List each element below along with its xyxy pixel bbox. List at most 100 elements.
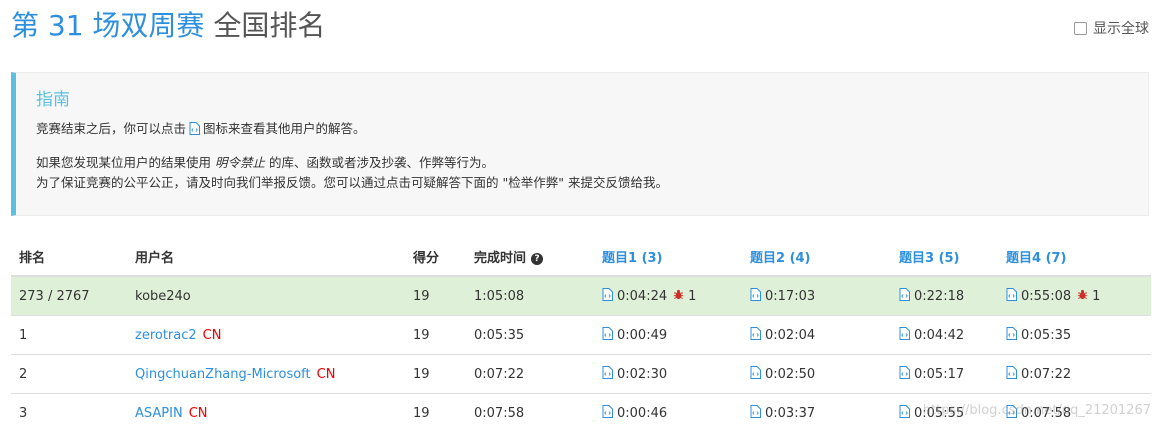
score-cell: 19 bbox=[405, 276, 466, 316]
code-file-icon[interactable] bbox=[602, 405, 613, 422]
rank-cell: 273 / 2767 bbox=[11, 276, 127, 316]
user-cell: ASAPIN CN bbox=[127, 394, 405, 432]
question-cell-q1: 0:00:49 bbox=[594, 316, 742, 355]
code-file-icon[interactable] bbox=[899, 405, 910, 422]
question-circle-icon[interactable]: ? bbox=[531, 253, 543, 265]
submission-time: 0:05:35 bbox=[1021, 328, 1071, 343]
submission-link[interactable]: 0:02:50 bbox=[750, 366, 815, 383]
contest-title[interactable]: 第 31 场双周赛 bbox=[11, 9, 204, 42]
show-global-checkbox[interactable] bbox=[1074, 22, 1087, 35]
bug-icon bbox=[1077, 289, 1088, 304]
submission-link[interactable]: 0:04:24 1 bbox=[602, 288, 696, 305]
code-file-icon[interactable] bbox=[750, 288, 761, 305]
table-header-row: 排名 用户名 得分 完成时间? 题目1 (3) 题目2 (4) 题目3 (5) … bbox=[11, 237, 1151, 276]
code-file-icon[interactable] bbox=[1006, 288, 1017, 305]
question-cell-q4: 0:07:22 bbox=[998, 355, 1151, 394]
submission-link[interactable]: 0:05:17 bbox=[899, 366, 964, 383]
submission-time: 0:03:37 bbox=[765, 406, 815, 421]
header-question-2[interactable]: 题目2 (4) bbox=[742, 237, 891, 276]
code-file-icon[interactable] bbox=[602, 288, 613, 305]
submission-link[interactable]: 0:03:37 bbox=[750, 405, 815, 422]
code-file-icon[interactable] bbox=[899, 366, 910, 383]
question-cell-q1: 0:02:30 bbox=[594, 355, 742, 394]
submission-time: 0:02:04 bbox=[765, 328, 815, 343]
submission-link[interactable]: 0:55:08 1 bbox=[1006, 288, 1100, 305]
submission-link[interactable]: 0:00:49 bbox=[602, 327, 667, 344]
submission-link[interactable]: 0:00:46 bbox=[602, 405, 667, 422]
question-cell-q2: 0:02:04 bbox=[742, 316, 891, 355]
score-cell: 19 bbox=[405, 394, 466, 432]
code-file-icon[interactable] bbox=[750, 405, 761, 422]
show-global-label: 显示全球 bbox=[1093, 18, 1149, 38]
question-cell-q2: 0:17:03 bbox=[742, 276, 891, 316]
show-global-toggle[interactable]: 显示全球 bbox=[1074, 18, 1149, 38]
submission-time: 0:55:08 bbox=[1021, 289, 1071, 304]
question-cell-q1: 0:04:24 1 bbox=[594, 276, 742, 316]
code-file-icon[interactable] bbox=[899, 327, 910, 344]
guide-title: 指南 bbox=[36, 89, 1128, 111]
username-link[interactable]: ASAPIN bbox=[135, 406, 183, 421]
code-file-icon[interactable] bbox=[602, 366, 613, 383]
rank-cell: 2 bbox=[11, 355, 127, 394]
header-finish-time: 完成时间? bbox=[466, 237, 594, 276]
wrong-attempts: 1 bbox=[688, 289, 696, 304]
table-row-current-user: 273 / 2767 kobe24o 191:05:08 0:04:24 1 0:17:0… bbox=[11, 276, 1151, 316]
submission-time: 0:00:49 bbox=[617, 328, 667, 343]
username-link[interactable]: zerotrac2 bbox=[135, 328, 197, 343]
score-cell: 19 bbox=[405, 355, 466, 394]
submission-time: 0:07:22 bbox=[1021, 367, 1071, 382]
code-file-icon[interactable] bbox=[1006, 327, 1017, 344]
submission-time: 0:02:30 bbox=[617, 367, 667, 382]
header-question-4[interactable]: 题目4 (7) bbox=[998, 237, 1151, 276]
user-cell: zerotrac2 CN bbox=[127, 316, 405, 355]
page-title: 第 31 场双周赛 全国排名 bbox=[11, 6, 1149, 46]
table-row: 1zerotrac2CN190:05:350:00:490:02:040:04:… bbox=[11, 316, 1151, 355]
header-question-1[interactable]: 题目1 (3) bbox=[594, 237, 742, 276]
bug-icon bbox=[673, 289, 684, 304]
code-file-icon[interactable] bbox=[899, 288, 910, 305]
question-cell-q3: 0:04:42 bbox=[891, 316, 998, 355]
wrong-attempts: 1 bbox=[1092, 289, 1100, 304]
submission-time: 0:22:18 bbox=[914, 289, 964, 304]
question-cell-q4: 0:05:35 bbox=[998, 316, 1151, 355]
finish-time-cell: 0:07:22 bbox=[466, 355, 594, 394]
code-file-icon[interactable] bbox=[750, 366, 761, 383]
code-file-icon bbox=[189, 121, 200, 141]
user-cell: kobe24o bbox=[127, 276, 405, 316]
question-cell-q1: 0:00:46 bbox=[594, 394, 742, 432]
guide-line-1: 竞赛结束之后，你可以点击图标来查看其他用户的解答。 bbox=[36, 119, 1128, 141]
question-cell-q3: 0:22:18 bbox=[891, 276, 998, 316]
forbidden-emphasis: 明令禁止 bbox=[215, 155, 265, 170]
submission-link[interactable]: 0:05:35 bbox=[1006, 327, 1071, 344]
code-file-icon[interactable] bbox=[602, 327, 613, 344]
submission-link[interactable]: 0:02:30 bbox=[602, 366, 667, 383]
submission-time: 0:00:46 bbox=[617, 406, 667, 421]
question-cell-q3: 0:05:17 bbox=[891, 355, 998, 394]
guide-line-2: 如果您发现某位用户的结果使用 明令禁止 的库、函数或者涉及抄袭、作弊等行为。 bbox=[36, 153, 1128, 173]
code-file-icon[interactable] bbox=[1006, 366, 1017, 383]
submission-time: 0:04:24 bbox=[617, 289, 667, 304]
submission-link[interactable]: 0:02:04 bbox=[750, 327, 815, 344]
code-file-icon[interactable] bbox=[750, 327, 761, 344]
score-cell: 19 bbox=[405, 316, 466, 355]
rank-title: 全国排名 bbox=[213, 9, 325, 42]
region-badge: CN bbox=[189, 406, 208, 421]
page-header: 第 31 场双周赛 全国排名 显示全球 bbox=[11, 6, 1149, 52]
header-rank: 排名 bbox=[11, 237, 127, 276]
question-cell-q2: 0:03:37 bbox=[742, 394, 891, 432]
question-cell-q2: 0:02:50 bbox=[742, 355, 891, 394]
submission-link[interactable]: 0:22:18 bbox=[899, 288, 964, 305]
header-username: 用户名 bbox=[127, 237, 405, 276]
submission-link[interactable]: 0:07:22 bbox=[1006, 366, 1071, 383]
watermark: https://blog.csdn.net/qq_21201267 bbox=[923, 403, 1151, 418]
finish-time-cell: 1:05:08 bbox=[466, 276, 594, 316]
username-link[interactable]: QingchuanZhang-Microsoft bbox=[135, 367, 311, 382]
submission-link[interactable]: 0:04:42 bbox=[899, 327, 964, 344]
finish-time-cell: 0:05:35 bbox=[466, 316, 594, 355]
username-link[interactable]: kobe24o bbox=[135, 289, 191, 304]
submission-time: 0:05:17 bbox=[914, 367, 964, 382]
submission-link[interactable]: 0:17:03 bbox=[750, 288, 815, 305]
header-question-3[interactable]: 题目3 (5) bbox=[891, 237, 998, 276]
region-badge: CN bbox=[203, 328, 222, 343]
rank-cell: 1 bbox=[11, 316, 127, 355]
